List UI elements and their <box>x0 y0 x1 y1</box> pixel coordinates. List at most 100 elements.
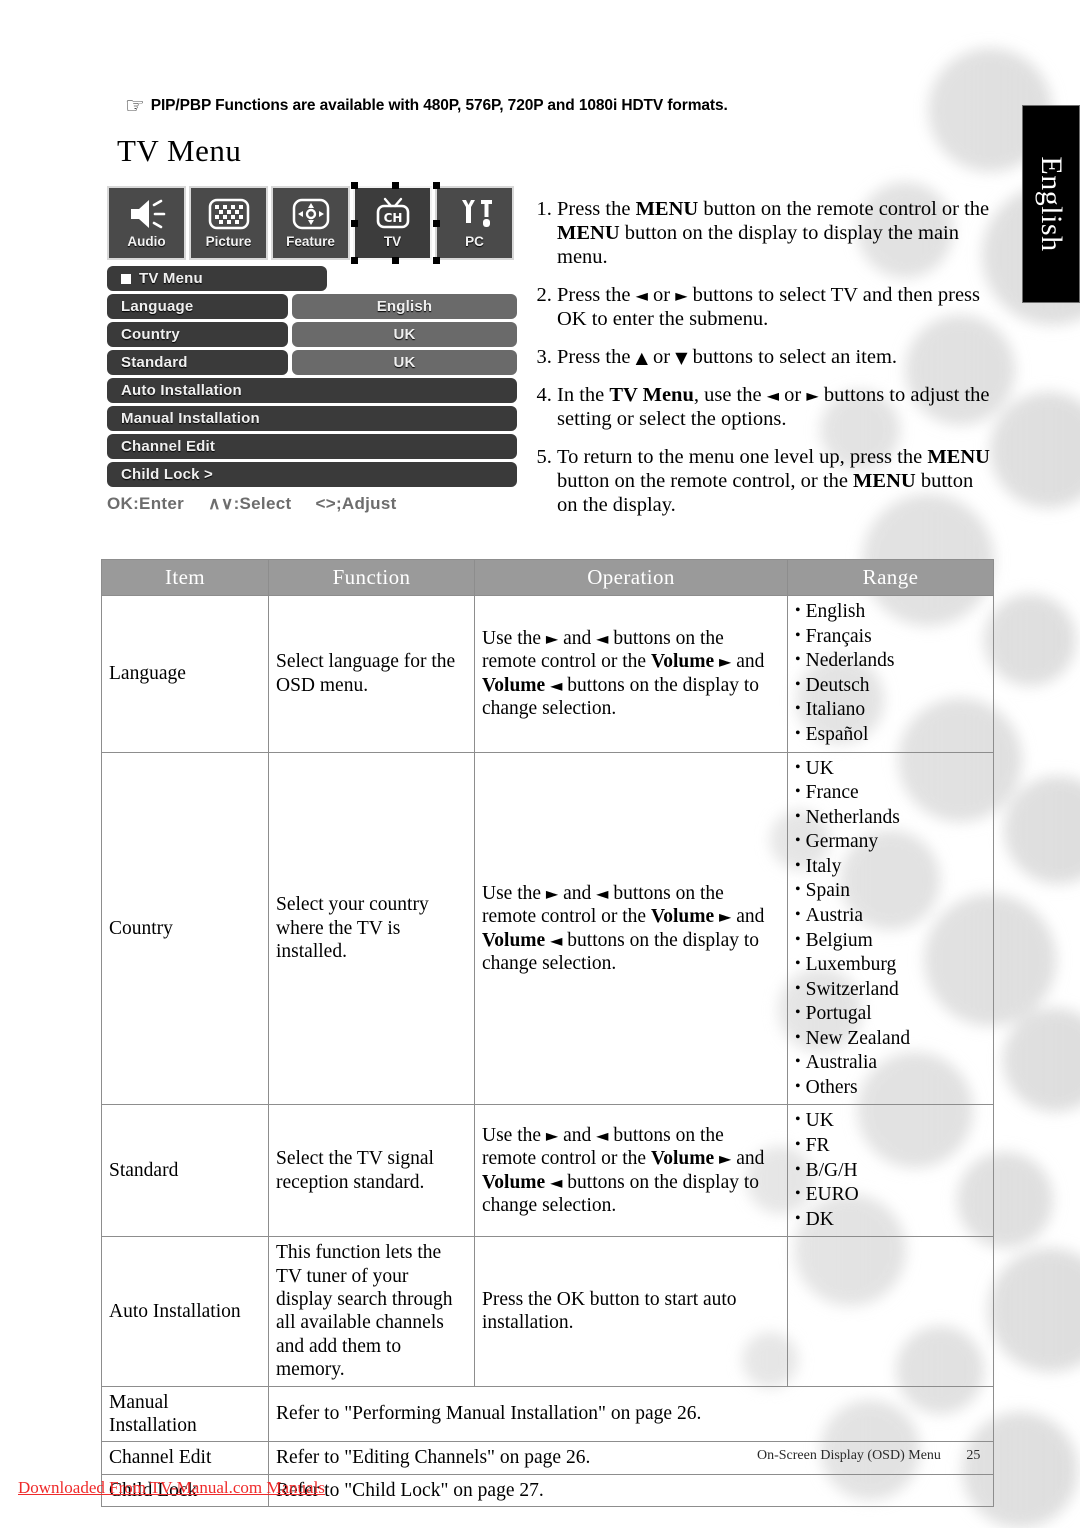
osd-row-language[interactable]: Language English <box>107 294 517 319</box>
cell-item: Manual Installation <box>101 1385 269 1443</box>
range-item: EURO <box>795 1183 986 1208</box>
range-item: Belgium <box>795 929 986 954</box>
range-item: Others <box>795 1076 986 1101</box>
osd-screenshot-figure: Audio Picture Feature CH TV PC TV Menu L… <box>107 182 527 516</box>
range-item: Deutsch <box>795 674 986 699</box>
cell-item: Standard <box>101 1104 269 1238</box>
instruction-item-1: Press the MENU button on the remote cont… <box>557 198 993 270</box>
range-item: Switzerland <box>795 978 986 1003</box>
cell-range: English Français Nederlands Deutsch Ital… <box>787 595 994 753</box>
wrench-tool-icon <box>454 193 496 235</box>
language-side-tab: English <box>1022 105 1080 303</box>
cell-reference: Refer to "Child Lock" on page 27. <box>268 1473 994 1508</box>
down-arrow-icon: ▼ <box>675 347 688 367</box>
left-arrow-icon: ◄ <box>635 285 648 305</box>
range-item: Austria <box>795 904 986 929</box>
download-source-banner[interactable]: Downloaded From TV-Manual.com Manuals <box>18 1478 325 1498</box>
range-item: Portugal <box>795 1002 986 1027</box>
svg-text:CH: CH <box>383 211 402 225</box>
page-title: TV Menu <box>117 133 242 168</box>
osd-row-child-lock[interactable]: Child Lock > <box>107 462 517 487</box>
range-item: New Zealand <box>795 1027 986 1052</box>
osd-tile-pc: PC <box>435 186 514 260</box>
osd-row-manual-installation[interactable]: Manual Installation <box>107 406 517 431</box>
osd-settings-table-wrapper: Item Function Operation Range Language S… <box>101 558 994 1508</box>
footer-page-number: 25 <box>966 1448 981 1463</box>
osd-row-value[interactable]: UK <box>292 350 517 375</box>
osd-row-country[interactable]: Country UK <box>107 322 517 347</box>
range-item: FR <box>795 1134 986 1159</box>
osd-tile-label: Picture <box>205 234 252 249</box>
osd-row-standard[interactable]: Standard UK <box>107 350 517 375</box>
range-item: France <box>795 781 986 806</box>
osd-settings-table: Item Function Operation Range Language S… <box>101 558 994 1508</box>
table-row: Country Select your country where the TV… <box>101 751 994 1106</box>
range-item: Français <box>795 625 986 650</box>
osd-row-label: Auto Installation <box>107 378 517 403</box>
table-row: Standard Select the TV signal reception … <box>101 1104 994 1238</box>
left-arrow-icon: ◄ <box>766 385 780 405</box>
osd-hint-ok: OK:Enter <box>107 494 185 513</box>
range-item: Australia <box>795 1051 986 1076</box>
osd-row-label: Manual Installation <box>107 406 517 431</box>
range-item: Italiano <box>795 698 986 723</box>
selection-handle <box>351 220 358 227</box>
cell-range: UK FR B/G/H EURO DK <box>787 1104 994 1238</box>
cell-range: UK France Netherlands Germany Italy Spai… <box>787 751 994 1106</box>
osd-row-label: Country <box>107 322 288 347</box>
cell-range <box>787 1236 994 1387</box>
osd-row-label: Language <box>107 294 288 319</box>
osd-hint-bar: OK:Enter ∧∨:Select <>;Adjust <box>107 494 527 514</box>
osd-hint-adjust: <>;Adjust <box>315 494 397 513</box>
instruction-item-2: Press the ◄ or ► buttons to select TV an… <box>557 284 993 332</box>
pointing-hand-icon: ☞ <box>125 94 145 119</box>
osd-row-label: Standard <box>107 350 288 375</box>
osd-tile-label: PC <box>465 234 484 249</box>
range-item: Spain <box>795 879 986 904</box>
osd-row-label: Child Lock > <box>107 462 517 487</box>
language-side-tab-label: English <box>1035 156 1068 252</box>
up-arrow-icon: ▲ <box>635 347 648 367</box>
column-header-range: Range <box>787 558 994 597</box>
osd-row-auto-installation[interactable]: Auto Installation <box>107 378 517 403</box>
osd-tile-label: TV <box>383 234 402 249</box>
cell-operation: Press the OK button to start auto instal… <box>474 1236 788 1387</box>
note-text: PIP/PBP Functions are available with 480… <box>150 97 728 114</box>
range-item: English <box>795 600 986 625</box>
osd-row-channel-edit[interactable]: Channel Edit <box>107 434 517 459</box>
range-item: B/G/H <box>795 1159 986 1184</box>
cell-reference: Refer to "Performing Manual Installation… <box>268 1385 994 1443</box>
range-item: Italy <box>795 855 986 880</box>
column-header-item: Item <box>101 558 269 597</box>
cell-item: Channel Edit <box>101 1441 269 1475</box>
cell-function: This function lets the TV tuner of your … <box>268 1236 475 1387</box>
square-bullet-icon <box>121 273 131 284</box>
selection-handle <box>433 220 440 227</box>
osd-menu-title: TV Menu <box>107 266 327 291</box>
checkerboard-icon <box>208 193 250 235</box>
range-item: UK <box>795 1109 986 1134</box>
range-list: UK France Netherlands Germany Italy Spai… <box>795 757 986 1101</box>
instruction-list: Press the MENU button on the remote cont… <box>533 198 993 532</box>
selection-handle <box>392 257 399 264</box>
osd-tile-tv: CH TV <box>353 186 432 260</box>
osd-row-value[interactable]: English <box>292 294 517 319</box>
table-row: Auto Installation This function lets the… <box>101 1236 994 1387</box>
range-item: Germany <box>795 830 986 855</box>
cell-item: Auto Installation <box>101 1236 269 1387</box>
selection-handle <box>433 257 440 264</box>
osd-tile-feature: Feature <box>271 186 350 260</box>
cell-operation: Use the ► and ◄ buttons on the remote co… <box>474 595 788 753</box>
range-item: UK <box>795 757 986 782</box>
osd-tile-label: Audio <box>127 234 166 249</box>
television-ch-icon: CH <box>372 193 414 235</box>
osd-row-value[interactable]: UK <box>292 322 517 347</box>
table-row: Language Select language for the OSD men… <box>101 595 994 753</box>
range-list: English Français Nederlands Deutsch Ital… <box>795 600 986 747</box>
cell-function: Select your country where the TV is inst… <box>268 751 475 1106</box>
osd-icon-bar: Audio Picture Feature CH TV PC <box>107 182 517 264</box>
instruction-item-4: In the TV Menu, use the ◄ or ► buttons t… <box>557 384 993 432</box>
osd-tile-picture: Picture <box>189 186 268 260</box>
osd-row-label: Channel Edit <box>107 434 517 459</box>
table-row: Manual Installation Refer to "Performing… <box>101 1385 994 1443</box>
